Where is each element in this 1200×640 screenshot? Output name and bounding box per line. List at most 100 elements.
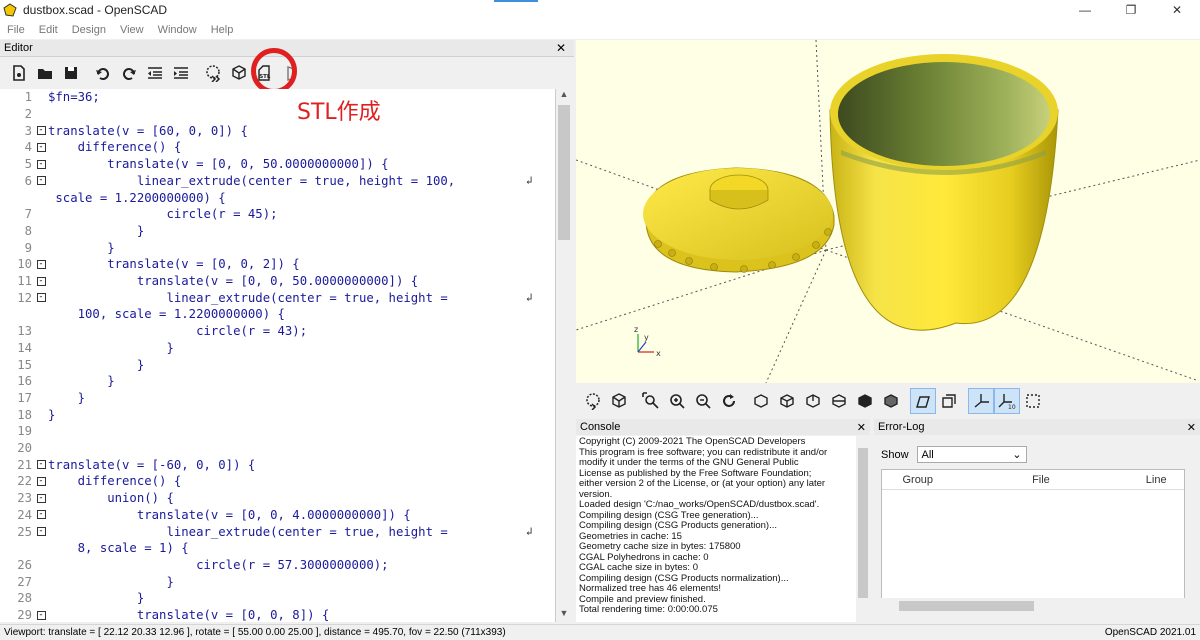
orthogonal-button[interactable] bbox=[936, 388, 962, 414]
vp-render-button[interactable] bbox=[606, 388, 632, 414]
undo-button[interactable] bbox=[90, 60, 116, 86]
open-file-button[interactable] bbox=[32, 60, 58, 86]
editor-close-button[interactable]: ✕ bbox=[556, 41, 566, 55]
fold-toggle-icon[interactable]: - bbox=[34, 607, 48, 622]
minimize-button[interactable]: — bbox=[1062, 0, 1108, 20]
code-line[interactable]: 29- translate(v = [0, 0, 8]) { bbox=[0, 607, 329, 622]
vp-preview-button[interactable] bbox=[580, 388, 606, 414]
code-line[interactable]: 28 } bbox=[0, 590, 144, 607]
code-line[interactable]: 12- linear_extrude(center = true, height… bbox=[0, 289, 532, 306]
code-line[interactable]: 6- linear_extrude(center = true, height … bbox=[0, 173, 533, 190]
view-right-button[interactable] bbox=[748, 388, 774, 414]
code-editor[interactable]: 1 $fn=36; 2 3- translate(v = [60, 0, 0]) {4-… bbox=[0, 89, 556, 622]
preview-button[interactable] bbox=[200, 60, 226, 86]
new-file-button[interactable] bbox=[6, 60, 32, 86]
zoom-out-button[interactable] bbox=[690, 388, 716, 414]
fold-toggle-icon[interactable]: - bbox=[34, 123, 48, 139]
console-line: either version 2 of the License, or (at … bbox=[579, 478, 826, 489]
code-line[interactable]: 16 } bbox=[0, 373, 114, 390]
fold-toggle-icon[interactable]: - bbox=[34, 490, 48, 506]
code-line[interactable]: 27 } bbox=[0, 573, 174, 590]
column-file[interactable]: File bbox=[954, 470, 1129, 489]
fold-toggle-icon[interactable]: - bbox=[34, 507, 48, 523]
console-scroll-thumb[interactable] bbox=[858, 448, 868, 598]
fold-toggle-icon[interactable]: - bbox=[34, 156, 48, 172]
menu-window[interactable]: Window bbox=[151, 24, 204, 36]
code-line[interactable]: 9 } bbox=[0, 239, 115, 256]
code-line[interactable]: 8 } bbox=[0, 223, 145, 240]
fold-toggle-icon[interactable]: - bbox=[34, 173, 48, 189]
unindent-button[interactable] bbox=[142, 60, 168, 86]
indent-button[interactable] bbox=[168, 60, 194, 86]
scroll-up-arrow-icon[interactable]: ▲ bbox=[556, 89, 572, 103]
code-line[interactable]: 15 } bbox=[0, 356, 144, 373]
zoom-in-button[interactable] bbox=[664, 388, 690, 414]
code-line[interactable]: 13 circle(r = 43); bbox=[0, 323, 307, 340]
code-line[interactable]: 14 } bbox=[0, 340, 174, 357]
editor-scroll-thumb[interactable] bbox=[558, 105, 570, 240]
code-line[interactable]: 8, scale = 1) { bbox=[0, 540, 189, 557]
maximize-button[interactable]: ❐ bbox=[1108, 0, 1154, 20]
fold-toggle-icon[interactable]: - bbox=[34, 524, 48, 540]
console-vertical-scrollbar[interactable] bbox=[856, 436, 870, 622]
save-file-button[interactable] bbox=[58, 60, 84, 86]
scroll-down-arrow-icon[interactable]: ▼ bbox=[556, 608, 572, 622]
code-line[interactable]: 1 $fn=36; bbox=[0, 89, 100, 106]
3d-viewport[interactable]: z y x bbox=[576, 40, 1200, 383]
code-line[interactable]: 4- difference() { bbox=[0, 139, 182, 156]
column-group[interactable]: Group bbox=[882, 470, 954, 489]
menu-view[interactable]: View bbox=[113, 24, 151, 36]
view-top-button[interactable] bbox=[774, 388, 800, 414]
code-line[interactable]: 24- translate(v = [0, 0, 4.0000000000]) … bbox=[0, 507, 411, 524]
console-close-button[interactable]: ✕ bbox=[857, 421, 866, 434]
code-line[interactable]: 19 bbox=[0, 423, 48, 440]
fold-toggle-icon[interactable]: - bbox=[34, 256, 48, 272]
menu-file[interactable]: File bbox=[0, 24, 32, 36]
fold-toggle-icon[interactable]: - bbox=[34, 139, 48, 155]
errorlog-scroll-thumb[interactable] bbox=[899, 601, 1034, 611]
fold-toggle-icon[interactable]: - bbox=[34, 473, 48, 489]
show-scale-button[interactable]: 10 bbox=[994, 388, 1020, 414]
errorlog-horizontal-scrollbar[interactable] bbox=[881, 598, 1185, 614]
code-line[interactable]: 7 circle(r = 45); bbox=[0, 206, 278, 223]
view-all-button[interactable] bbox=[638, 388, 664, 414]
view-bottom-button[interactable] bbox=[800, 388, 826, 414]
code-line[interactable]: 3- translate(v = [60, 0, 0]) { bbox=[0, 122, 248, 139]
code-line[interactable]: 100, scale = 1.2200000000) { bbox=[0, 306, 285, 323]
menu-design[interactable]: Design bbox=[65, 24, 113, 36]
code-line[interactable]: 22- difference() { bbox=[0, 473, 181, 490]
menu-edit[interactable]: Edit bbox=[32, 24, 65, 36]
code-line[interactable]: 17 } bbox=[0, 390, 85, 407]
menu-help[interactable]: Help bbox=[204, 24, 241, 36]
code-line[interactable]: 23- union() { bbox=[0, 490, 174, 507]
code-line[interactable]: 18} bbox=[0, 406, 55, 423]
code-line[interactable]: 20 bbox=[0, 440, 48, 457]
redo-button[interactable] bbox=[116, 60, 142, 86]
fold-toggle-icon[interactable]: - bbox=[34, 290, 48, 306]
code-line[interactable]: 25- linear_extrude(center = true, height… bbox=[0, 523, 532, 540]
code-line[interactable]: 26 circle(r = 57.3000000000); bbox=[0, 557, 388, 574]
close-window-button[interactable]: ✕ bbox=[1154, 0, 1200, 20]
reset-view-button[interactable] bbox=[716, 388, 742, 414]
code-line[interactable]: scale = 1.2200000000) { bbox=[0, 189, 225, 206]
view-front-button[interactable] bbox=[852, 388, 878, 414]
fold-toggle-icon[interactable]: - bbox=[34, 457, 48, 473]
editor-vertical-scrollbar[interactable]: ▲ ▼ bbox=[556, 89, 572, 622]
show-filter-select[interactable]: All ⌄ bbox=[916, 446, 1027, 463]
show-edges-button[interactable] bbox=[1020, 388, 1046, 414]
perspective-button[interactable] bbox=[910, 388, 936, 414]
fold-toggle-icon[interactable]: - bbox=[34, 273, 48, 289]
code-line[interactable]: 10- translate(v = [0, 0, 2]) { bbox=[0, 256, 300, 273]
show-axes-button[interactable] bbox=[968, 388, 994, 414]
code-line[interactable]: 11- translate(v = [0, 0, 50.0000000000])… bbox=[0, 273, 418, 290]
render-button[interactable] bbox=[226, 60, 252, 86]
code-line[interactable]: 21- translate(v = [-60, 0, 0]) { bbox=[0, 456, 255, 473]
cube-back-icon bbox=[884, 394, 898, 408]
fold-toggle-icon bbox=[34, 423, 48, 439]
column-line[interactable]: Line bbox=[1128, 470, 1184, 489]
code-line[interactable]: 5- translate(v = [0, 0, 50.0000000000]) … bbox=[0, 156, 389, 173]
errorlog-close-button[interactable]: ✕ bbox=[1187, 421, 1196, 434]
code-line[interactable]: 2 bbox=[0, 106, 48, 123]
view-left-button[interactable] bbox=[826, 388, 852, 414]
view-back-button[interactable] bbox=[878, 388, 904, 414]
